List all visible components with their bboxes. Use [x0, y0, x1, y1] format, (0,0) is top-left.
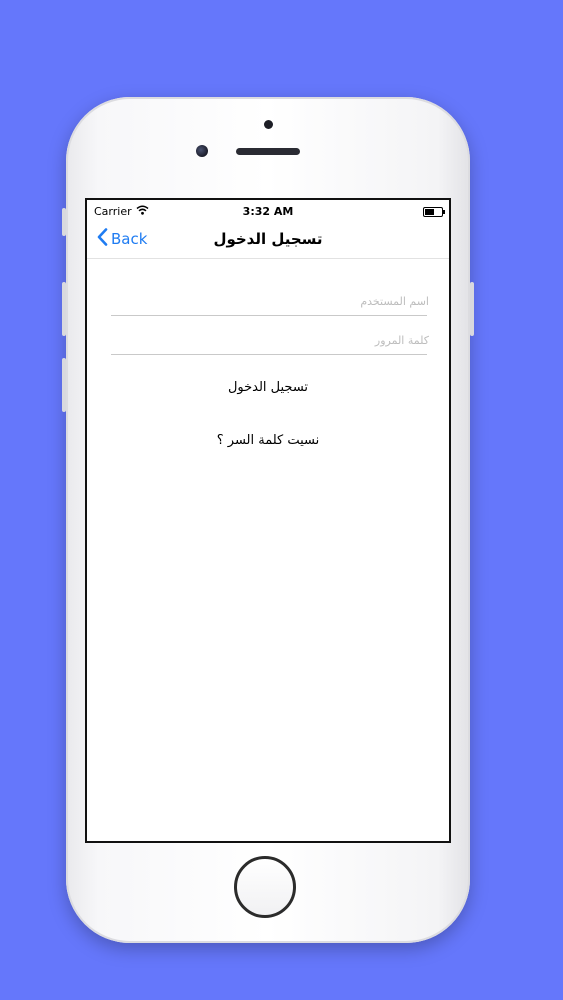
page-title: تسجيل الدخول: [213, 230, 323, 248]
mute-switch: [62, 208, 66, 236]
login-button[interactable]: تسجيل الدخول: [87, 379, 449, 396]
password-field: [111, 324, 431, 356]
clock: 3:32 AM: [242, 205, 294, 218]
username-input[interactable]: [111, 285, 431, 317]
navigation-bar: Back تسجيل الدخول: [87, 222, 449, 259]
volume-down-button: [62, 358, 66, 412]
volume-up-button: [62, 282, 66, 336]
username-field: [111, 285, 431, 317]
phone-screen: Carrier 3:32 AM Back تسجيل الدخول اسم ال…: [85, 198, 451, 843]
earpiece-speaker: [236, 148, 300, 155]
home-button[interactable]: [234, 856, 296, 918]
forgot-password-link[interactable]: نسيت كلمة السر ؟: [87, 432, 449, 449]
status-bar: Carrier 3:32 AM: [87, 200, 449, 224]
power-button: [470, 282, 474, 336]
front-camera-icon: [196, 145, 208, 157]
battery-icon: [423, 207, 445, 217]
password-input[interactable]: [111, 324, 431, 356]
proximity-sensor: [264, 120, 273, 129]
